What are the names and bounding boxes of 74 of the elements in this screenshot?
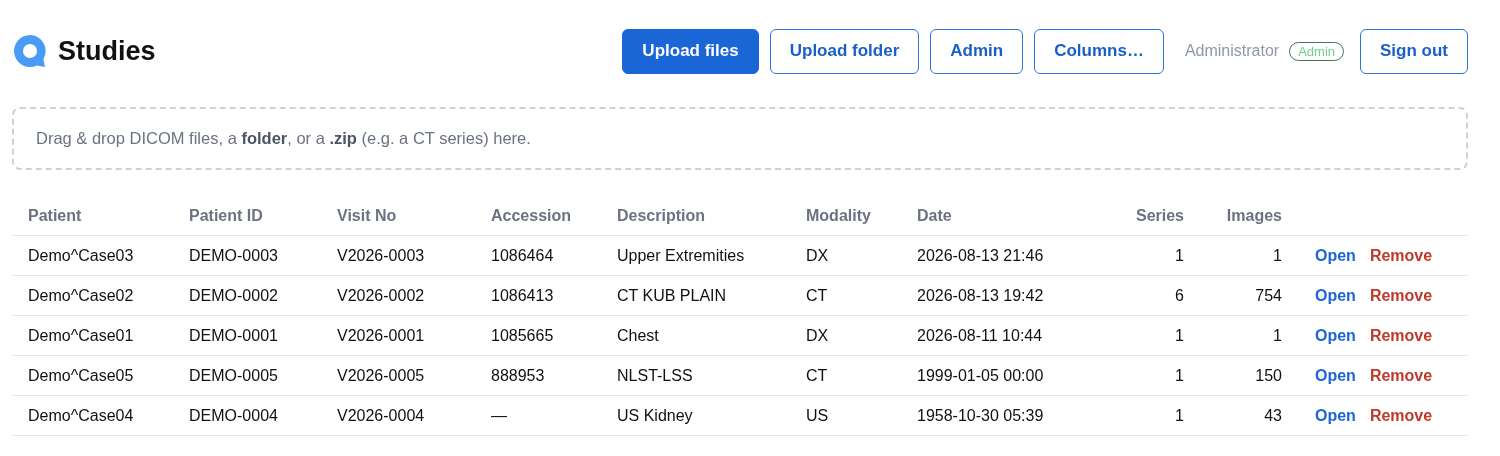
- table-cell-text: CT: [806, 366, 829, 385]
- table-cell-text: 1086413: [491, 286, 555, 305]
- table-cell-text: DEMO-0001: [189, 326, 279, 345]
- remove-link[interactable]: Remove: [1369, 326, 1433, 345]
- column-header: Description: [617, 207, 706, 225]
- logo-icon: [12, 33, 48, 69]
- toolbar-button[interactable]: Columns…: [1034, 28, 1164, 74]
- sign-out-button[interactable]: Sign out: [1360, 28, 1468, 74]
- table-cell-text: US: [806, 406, 830, 425]
- column-header: Visit No: [337, 207, 398, 225]
- column-header: Patient ID: [189, 207, 264, 225]
- table-cell-text: Chest: [617, 326, 660, 345]
- remove-link[interactable]: Remove: [1369, 246, 1433, 265]
- table-cell-text: Demo^Case01: [28, 326, 135, 345]
- table-cell-text: DEMO-0004: [189, 406, 279, 425]
- table-cell-text: Demo^Case04: [28, 406, 135, 425]
- user-name: Administrator: [1184, 42, 1280, 60]
- table-cell-text: V2026-0002: [337, 286, 426, 305]
- table-cell-text: V2026-0004: [337, 406, 426, 425]
- table-cell-text: DX: [806, 246, 830, 265]
- table-cell-text: V2026-0001: [337, 326, 426, 345]
- table-cell-text: 1999-01-05 00:00: [917, 366, 1045, 385]
- table-cell-text: 1: [1174, 246, 1184, 265]
- open-link[interactable]: Open: [1315, 406, 1356, 425]
- table-cell-text: —: [491, 406, 508, 425]
- drop-zone[interactable]: Drag & drop DICOM files, a folder, or a .zip (e.g. a CT series) here.: [12, 107, 1468, 170]
- table-cell-text: DEMO-0005: [189, 366, 279, 385]
- table-cell-text: 1: [1174, 366, 1184, 385]
- table-cell-text: NLST-LSS: [617, 366, 694, 385]
- table-cell-text: DX: [806, 326, 830, 345]
- column-header: Patient: [28, 207, 83, 225]
- table-cell-text: 2026-08-13 19:42: [917, 286, 1045, 305]
- remove-link[interactable]: Remove: [1369, 286, 1433, 305]
- column-header: Date: [917, 207, 953, 225]
- table-cell-text: 754: [1254, 286, 1282, 305]
- toolbar-button[interactable]: Upload folder: [769, 28, 920, 74]
- table-cell-text: 150: [1254, 366, 1282, 385]
- table-cell-text: 2026-08-13 21:46: [917, 246, 1045, 265]
- table-cell-text: 43: [1263, 406, 1282, 425]
- column-header: Modality: [806, 207, 872, 225]
- table-cell-text: 1: [1174, 326, 1184, 345]
- table-cell-text: Demo^Case03: [28, 246, 135, 265]
- open-link[interactable]: Open: [1315, 246, 1356, 265]
- table-cell-text: 1: [1174, 406, 1184, 425]
- table-cell-text: 1958-10-30 05:39: [917, 406, 1045, 425]
- table-cell-text: 1: [1272, 326, 1282, 345]
- column-header: Accession: [491, 207, 573, 225]
- table-cell-text: Upper Extremities: [617, 246, 746, 265]
- table-cell-text: 2026-08-11 10:44: [917, 326, 1044, 345]
- column-header: Images: [1225, 207, 1282, 225]
- open-link[interactable]: Open: [1315, 366, 1356, 385]
- remove-link[interactable]: Remove: [1369, 366, 1433, 385]
- upload-button[interactable]: Upload files: [622, 28, 759, 74]
- table-cell-text: V2026-0003: [337, 246, 426, 265]
- table-cell-text: CT: [806, 286, 829, 305]
- table-cell-text: US Kidney: [617, 406, 694, 425]
- column-header: Series: [1134, 207, 1184, 225]
- table-cell-text: 1085665: [491, 326, 555, 345]
- table-cell-text: Demo^Case02: [28, 286, 135, 305]
- table-cell-text: 6: [1174, 286, 1184, 305]
- table-cell-text: 1: [1272, 246, 1282, 265]
- remove-link[interactable]: Remove: [1369, 406, 1433, 425]
- table-cell-text: V2026-0005: [337, 366, 426, 385]
- table-cell-text: 1086464: [491, 246, 555, 265]
- open-link[interactable]: Open: [1315, 326, 1356, 345]
- table-cell-text: DEMO-0002: [189, 286, 279, 305]
- page-title: Studies: [58, 35, 156, 67]
- table-cell-text: 888953: [491, 366, 546, 385]
- toolbar-button[interactable]: Admin: [930, 28, 1024, 74]
- open-link[interactable]: Open: [1315, 286, 1356, 305]
- drop-instructions: Drag & drop DICOM files, a folder, or a .zip (e.g. a CT series) here.: [36, 129, 531, 148]
- table-cell-text: DEMO-0003: [189, 246, 279, 265]
- table-cell-text: Demo^Case05: [28, 366, 135, 385]
- table-cell-text: CT KUB PLAIN: [617, 286, 728, 305]
